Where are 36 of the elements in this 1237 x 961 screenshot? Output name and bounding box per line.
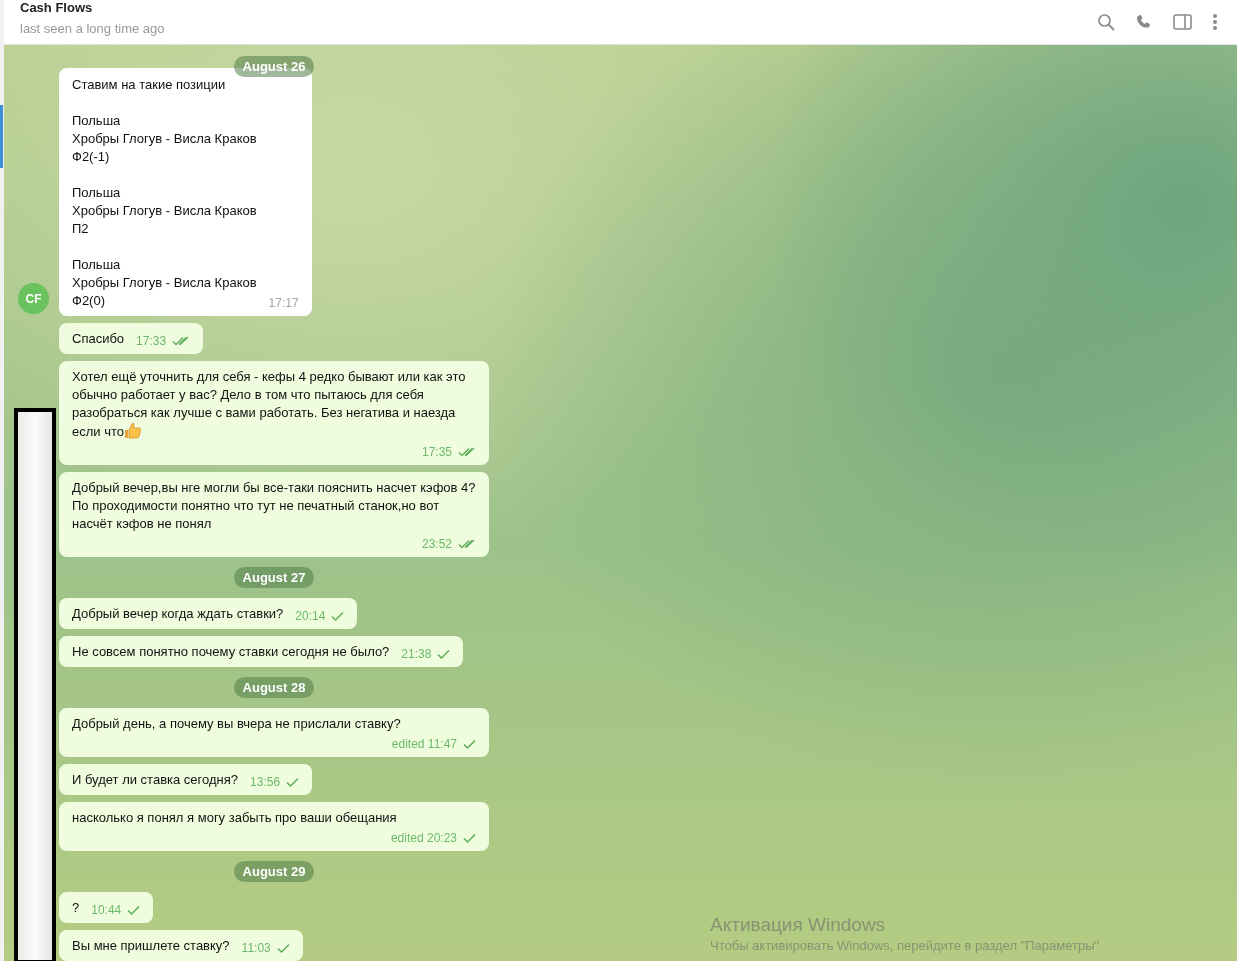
message-time: 17:17 [268, 295, 299, 312]
activation-title: Активация Windows [710, 913, 887, 937]
message-text: Хотел ещё уточнить для себя - кефы 4 редко бывают или как это обычно работает у вас? Дело в том что пытаюсь для себя разобраться как лучше с вами работать. Без негатива и наезда если что [72, 368, 467, 441]
message-time: 17:33 [136, 333, 167, 350]
last-seen-status: last seen a long time ago [20, 20, 165, 38]
message-time: 20:14 [295, 608, 326, 625]
search-icon[interactable] [1097, 13, 1115, 31]
message-text: Вы мне пришлете ставку? [72, 937, 230, 955]
selection-indicator [0, 105, 3, 168]
message-time: 10:44 [91, 902, 122, 919]
thumbs-up-icon [124, 422, 142, 439]
avatar[interactable]: CF [18, 283, 49, 314]
sidebar-toggle-icon[interactable] [1173, 14, 1192, 30]
date-pill: August 28 [233, 677, 315, 698]
message-text: насколько я понял я могу забыть про ваши обещания [72, 809, 397, 827]
message-text: Спасибо [72, 330, 125, 348]
message-text: Добрый вечер,вы нге могли бы все-таки пояснить насчет кэфов 4?По проходимости понятно что тут не печатный станок,но вот насчёт кэфов не понял [72, 479, 476, 533]
message-text: Добрый день, а почему вы вчера не прислали ставку? [72, 715, 401, 733]
activation-hint: Чтобы активировать Windows, перейдите в раздел "Параметры" [710, 937, 1100, 955]
phone-icon[interactable] [1135, 13, 1153, 31]
message-time: 23:52 [421, 536, 452, 553]
date-pill: August 29 [233, 861, 315, 882]
date-pill: August 27 [233, 567, 315, 588]
message-text: Не совсем понятно почему ставки сегодня не было? [72, 643, 390, 661]
more-options-icon[interactable] [1212, 13, 1218, 31]
message-text: Ставим на такие позиции Польша Хробры Глогув - Висла Краков Ф2(-1) Польша Хробры Глогув - Висла Краков П2 Польша Хробры Глогув - Висла Краков Ф2(0) [72, 76, 257, 310]
message-text: Добрый вечер когда ждать ставки? [72, 605, 284, 623]
message-time: 13:56 [250, 774, 281, 791]
message-time: edited 20:23 [390, 830, 457, 847]
message-time: 17:35 [421, 444, 452, 461]
message-time: 21:38 [401, 646, 432, 663]
message-text: ? [72, 899, 80, 917]
message-time: 11:03 [241, 940, 271, 957]
chat-title: Cash Flows [20, 0, 94, 16]
message-text: И будет ли ставка сегодня? [72, 771, 239, 789]
message-time: edited 11:47 [391, 736, 457, 753]
